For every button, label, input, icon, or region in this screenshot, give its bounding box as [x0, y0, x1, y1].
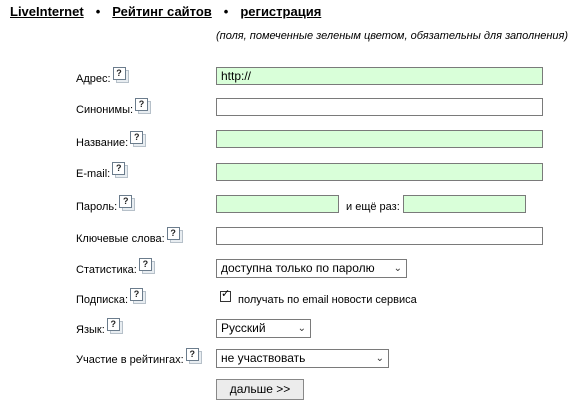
- stats-select-value: доступна только по паролю: [221, 261, 375, 275]
- synonyms-label: Синонимы:?: [76, 98, 152, 116]
- name-input[interactable]: [216, 130, 543, 148]
- email-label: E-mail:?: [76, 162, 129, 180]
- help-icon[interactable]: ?: [112, 162, 129, 178]
- help-icon[interactable]: ?: [130, 288, 147, 304]
- nav-rating-link[interactable]: Рейтинг сайтов: [112, 4, 212, 19]
- language-label: Язык:?: [76, 318, 123, 336]
- chevron-down-icon: ⌄: [375, 353, 384, 364]
- chevron-down-icon: ⌄: [393, 263, 402, 274]
- checkmark-icon: ✓: [221, 288, 231, 300]
- ratings-select-value: не участвовать: [221, 351, 306, 365]
- help-icon[interactable]: ?: [106, 318, 123, 334]
- help-icon[interactable]: ?: [185, 348, 202, 364]
- help-icon[interactable]: ?: [112, 67, 129, 83]
- name-label: Название:?: [76, 131, 147, 149]
- language-select-value: Русский: [221, 321, 266, 335]
- address-input[interactable]: [216, 67, 543, 85]
- help-icon[interactable]: ?: [119, 195, 136, 211]
- subscription-label: Подписка:?: [76, 288, 147, 306]
- stats-select[interactable]: доступна только по паролю ⌄: [216, 259, 407, 278]
- password-label: Пароль:?: [76, 195, 136, 213]
- address-label: Адрес:?: [76, 67, 129, 85]
- ratings-select[interactable]: не участвовать ⌄: [216, 349, 389, 368]
- chevron-down-icon: ⌄: [297, 323, 306, 334]
- ratings-label: Участие в рейтингах:?: [76, 348, 202, 366]
- subscription-checkbox-label: получать по email новости сервиса: [238, 294, 417, 306]
- keywords-label: Ключевые слова:?: [76, 227, 183, 245]
- synonyms-input[interactable]: [216, 98, 543, 116]
- subscription-checkbox[interactable]: ✓: [220, 288, 231, 302]
- password-confirm-input[interactable]: [403, 195, 526, 213]
- password-confirm-label: и ещё раз:: [346, 201, 400, 213]
- top-nav: LiveInternet • Рейтинг сайтов • регистрация: [10, 4, 321, 19]
- help-icon[interactable]: ?: [138, 258, 155, 274]
- nav-separator: •: [223, 4, 229, 19]
- help-icon[interactable]: ?: [135, 98, 152, 114]
- email-input[interactable]: [216, 163, 543, 181]
- next-button[interactable]: дальше >>: [216, 379, 304, 400]
- required-fields-note: (поля, помеченные зеленым цветом, обязат…: [216, 30, 569, 42]
- language-select[interactable]: Русский ⌄: [216, 319, 311, 338]
- stats-label: Статистика:?: [76, 258, 155, 276]
- nav-registration-link[interactable]: регистрация: [240, 4, 321, 19]
- help-icon[interactable]: ?: [130, 131, 147, 147]
- nav-separator: •: [95, 4, 101, 19]
- password-input[interactable]: [216, 195, 339, 213]
- keywords-input[interactable]: [216, 227, 543, 245]
- help-icon[interactable]: ?: [166, 227, 183, 243]
- nav-liveinternet-link[interactable]: LiveInternet: [10, 4, 84, 19]
